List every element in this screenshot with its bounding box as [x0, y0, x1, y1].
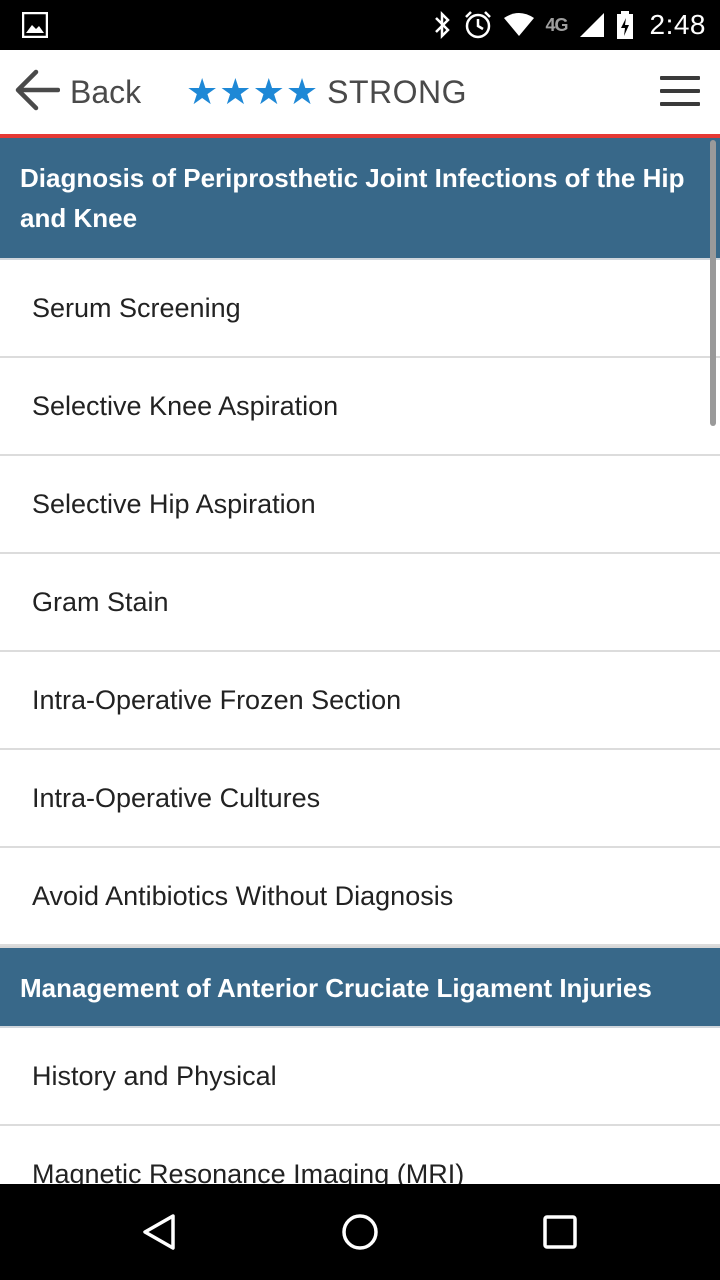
- list-item[interactable]: History and Physical: [0, 1028, 720, 1126]
- bluetooth-icon: [433, 10, 453, 40]
- navigation-bar: [0, 1184, 720, 1280]
- image-icon: [21, 11, 49, 39]
- strength-rating: ★ ★ ★ ★ STRONG: [186, 66, 467, 118]
- home-circle-icon[interactable]: [340, 1212, 380, 1252]
- section-header[interactable]: Management of Anterior Cruciate Ligament…: [0, 948, 720, 1028]
- back-button[interactable]: Back: [14, 66, 141, 118]
- wifi-icon: [503, 12, 535, 38]
- menu-button[interactable]: [660, 76, 700, 108]
- back-label: Back: [70, 73, 142, 110]
- star-icon: ★: [186, 71, 219, 112]
- list-item[interactable]: Magnetic Resonance Imaging (MRI): [0, 1126, 720, 1185]
- list-item[interactable]: Selective Knee Aspiration: [0, 358, 720, 456]
- star-icon: ★: [285, 71, 319, 112]
- rating-label: STRONG: [327, 73, 468, 110]
- status-icons: 4G 2:48: [433, 0, 706, 50]
- back-triangle-icon[interactable]: [140, 1212, 180, 1252]
- recommendations-list[interactable]: Diagnosis of Periprosthetic Joint Infect…: [0, 138, 720, 1184]
- list-item[interactable]: Serum Screening: [0, 260, 720, 358]
- recents-square-icon[interactable]: [540, 1212, 580, 1252]
- list-item[interactable]: Intra-Operative Cultures: [0, 750, 720, 848]
- hamburger-icon-line: [660, 76, 700, 80]
- app-bar: Back ★ ★ ★ ★ STRONG: [0, 50, 720, 134]
- list-item[interactable]: Intra-Operative Frozen Section: [0, 652, 720, 750]
- list-item[interactable]: Selective Hip Aspiration: [0, 456, 720, 554]
- back-arrow-icon: [14, 68, 61, 117]
- battery-charging-icon: [616, 10, 634, 40]
- star-icon: ★: [252, 71, 285, 112]
- status-time: 2:48: [649, 9, 706, 40]
- alarm-icon: [463, 10, 493, 40]
- signal-icon: [578, 11, 606, 39]
- star-icon: ★: [219, 71, 252, 112]
- hamburger-icon-line: [660, 102, 700, 106]
- status-bar: 4G 2:48: [0, 0, 720, 50]
- list-item[interactable]: Gram Stain: [0, 554, 720, 652]
- list-item[interactable]: Avoid Antibiotics Without Diagnosis: [0, 848, 720, 946]
- hamburger-icon-line: [660, 89, 700, 93]
- network-type-icon: 4G: [545, 14, 568, 35]
- scrollbar[interactable]: [710, 140, 716, 426]
- section-header[interactable]: Diagnosis of Periprosthetic Joint Infect…: [0, 138, 720, 260]
